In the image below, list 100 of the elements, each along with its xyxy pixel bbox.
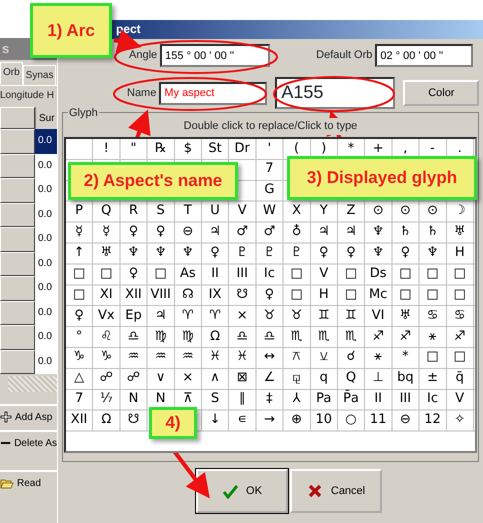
glyph-cell[interactable]: Ω [93,410,120,430]
glyph-cell[interactable]: ☋ [229,284,256,305]
glyph-cell[interactable]: P̄a [338,389,364,410]
glyph-cell[interactable]: ♃ [310,222,337,242]
glyph-cell[interactable]: ♃ [202,222,228,242]
glyph-cell[interactable]: ∊ [229,410,256,430]
glyph-cell[interactable]: ± [419,368,446,388]
glyph-cell[interactable]: ° [66,326,92,346]
glyph-cell[interactable]: ♇ [284,242,310,263]
glyph-cell[interactable]: ) [310,138,337,158]
glyph-cell[interactable]: □ [66,264,92,284]
glyph-cell[interactable]: ♀ [256,284,282,305]
glyph-cell[interactable]: ♊ [338,306,364,326]
glyph-cell[interactable]: ⚺ [310,347,337,368]
glyph-cell[interactable]: ♀ [120,264,147,284]
glyph-cell[interactable]: ♐ [392,326,418,346]
glyph-cell[interactable]: ☿ [93,222,120,242]
glyph-cell[interactable]: ♉ [256,306,282,326]
glyph-cell[interactable]: ♑ [66,347,92,368]
glyph-cell[interactable]: ♀ [202,242,228,263]
glyph-cell[interactable]: ↓ [202,410,228,430]
glyph-cell[interactable]: → [256,410,282,430]
glyph-cell[interactable]: ♋ [446,306,473,326]
glyph-cell[interactable]: V [310,264,337,284]
glyph-cell[interactable]: ∥ [229,389,256,410]
glyph-cell[interactable]: - [419,138,446,158]
glyph-cell[interactable]: ♆ [365,222,392,242]
glyph-cell[interactable]: ♓ [229,347,256,368]
glyph-cell[interactable]: □ [284,284,310,305]
glyph-cell[interactable]: ∧ [202,368,228,388]
glyph-cell[interactable]: Q [338,368,364,388]
glyph-cell[interactable]: ♇ [256,242,282,263]
glyph-cell[interactable]: ⚹ [365,347,392,368]
glyph-cell[interactable]: Dr [229,138,256,158]
glyph-cell[interactable]: ♈ [174,306,201,326]
glyph-cell[interactable]: ♓ [202,347,228,368]
glyph-cell[interactable]: □ [66,284,92,305]
glyph-cell[interactable]: Mc [365,284,392,305]
glyph-cell[interactable]: ⊕ [284,410,310,430]
glyph-cell[interactable]: ℞ [148,138,174,158]
glyph-cell[interactable]: V [229,201,256,222]
table-cell[interactable]: 0.0 [35,350,57,374]
glyph-cell[interactable]: ♏ [310,326,337,346]
glyph-cell[interactable]: ♆ [419,242,446,263]
glyph-cell[interactable]: VIII [148,284,174,305]
glyph-cell[interactable]: + [365,138,392,158]
glyph-cell[interactable]: 10 [310,410,337,430]
glyph-cell[interactable]: ☍ [93,368,120,388]
glyph-cell[interactable]: q̄ [446,368,473,388]
cancel-button[interactable]: Cancel [290,469,382,513]
glyph-cell[interactable]: W [256,201,282,222]
glyph-cell[interactable]: ♀ [66,306,92,326]
table-cell[interactable]: 0.0 [35,325,57,350]
glyph-cell[interactable]: ♃ [148,306,174,326]
glyph-cell[interactable]: ∠ [256,368,282,388]
glyph-cell[interactable]: □ [419,347,446,368]
glyph-cell[interactable]: ♎ [256,326,282,346]
glyph-cell[interactable]: $ [174,138,201,158]
glyph-cell[interactable]: □ [419,264,446,284]
glyph-cell[interactable]: ♀ [148,222,174,242]
glyph-cell[interactable]: □ [446,347,473,368]
glyph-cell[interactable]: ♍ [148,326,174,346]
glyph-cell[interactable]: ♍ [174,326,201,346]
glyph-cell[interactable]: ∨ [148,368,174,388]
glyph-cell[interactable]: □ [419,284,446,305]
glyph-cell[interactable]: ⚼ [284,368,310,388]
angle-field[interactable]: 155 ° 00 ' 00 '' [160,44,270,67]
glyph-cell[interactable]: ♁ [284,222,310,242]
glyph-cell[interactable]: q [310,368,337,388]
default-orb-field[interactable]: 02 ° 00 ' 00 '' [375,44,474,67]
tab[interactable]: Orb [0,62,23,84]
glyph-cell[interactable]: □ [392,284,418,305]
glyph-cell[interactable]: ⚹ [419,326,446,346]
glyph-cell[interactable]: ☌ [338,347,364,368]
glyph-cell[interactable]: V [446,389,473,410]
glyph-cell[interactable]: △ [66,368,92,388]
glyph-cell[interactable]: ↔ [256,347,282,368]
glyph-cell[interactable]: 11 [365,410,392,430]
glyph-cell[interactable]: ♎ [229,326,256,346]
glyph-cell[interactable]: ♆ [120,242,147,263]
glyph-cell[interactable]: ♊ [310,306,337,326]
glyph-cell[interactable]: H [310,284,337,305]
table-cell[interactable]: 0.0 [35,154,57,178]
glyph-cell[interactable]: G [256,180,282,200]
glyph-cell[interactable]: Ds [365,264,392,284]
glyph-cell[interactable]: H [446,242,473,263]
glyph-cell[interactable]: □ [338,284,364,305]
glyph-cell[interactable]: ⚻ [284,347,310,368]
glyph-cell[interactable]: × [174,368,201,388]
glyph-cell[interactable]: X [284,201,310,222]
glyph-cell[interactable]: ⅐ [93,389,120,410]
glyph-cell[interactable]: ♒ [120,347,147,368]
glyph-cell[interactable]: St [202,138,228,158]
glyph-cell[interactable]: ✧ [446,410,473,430]
glyph-cell[interactable]: * [338,138,364,158]
glyph-cell[interactable]: S [148,201,174,222]
glyph-cell[interactable]: ♅ [392,306,418,326]
glyph-cell[interactable]: ♃ [338,222,364,242]
glyph-cell[interactable]: VI [365,306,392,326]
glyph-cell[interactable]: ☊ [174,284,201,305]
